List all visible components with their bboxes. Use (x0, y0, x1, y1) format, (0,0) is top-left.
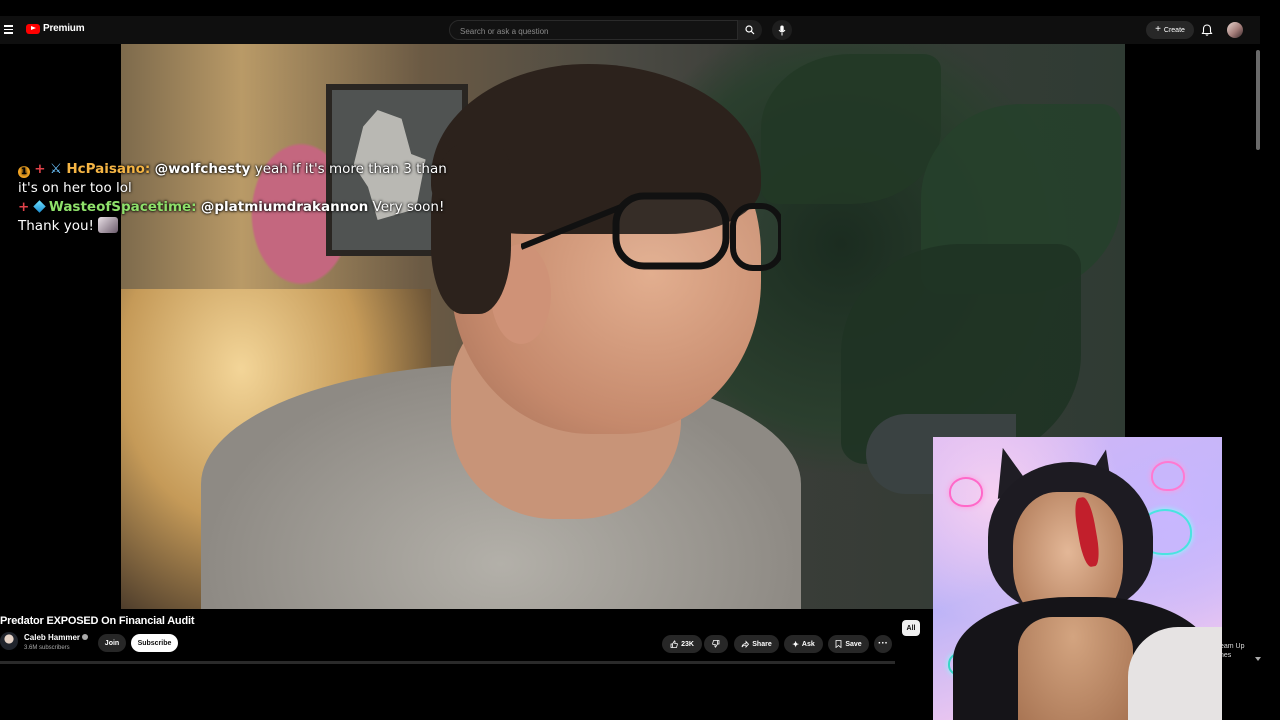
sword-badge-icon: ⚔ (49, 161, 63, 177)
background-plant (761, 54, 941, 204)
search-input[interactable] (458, 21, 722, 42)
like-count: 23K (681, 640, 694, 648)
page-scrollbar[interactable] (1256, 50, 1260, 150)
filter-chip-all[interactable]: All (902, 620, 920, 636)
youtube-logo-icon (26, 23, 40, 34)
join-button[interactable]: Join (98, 634, 126, 652)
partial-title-line: nes (1220, 652, 1232, 659)
plus-icon: + (1155, 24, 1161, 35)
recommended-video-title-partial[interactable]: eam Up nes (1220, 642, 1245, 660)
save-label: Save (845, 640, 862, 648)
chat-mention: @wolfchesty (154, 161, 251, 177)
account-avatar[interactable] (1227, 22, 1243, 38)
live-chat-overlay: 1 + ⚔ HcPaisano: @wolfchesty yeah if it'… (18, 160, 448, 236)
number-one-badge-icon: 1 (18, 166, 30, 178)
like-button[interactable]: 23K (662, 635, 702, 653)
verified-badge-icon (82, 634, 89, 640)
sparkle-icon: ✦ (792, 639, 799, 649)
more-dots-icon: ··· (878, 638, 888, 649)
menu-icon[interactable] (4, 23, 13, 37)
filter-chip-label: All (906, 624, 916, 632)
red-plus-badge-icon: + (34, 161, 46, 177)
channel-name-text: Caleb Hammer (24, 633, 81, 642)
share-button[interactable]: Share (734, 635, 779, 653)
heart-decoration-icon (949, 477, 983, 507)
ask-button[interactable]: ✦ Ask (784, 635, 823, 653)
search-icon (745, 25, 755, 35)
channel-avatar[interactable] (0, 632, 18, 650)
search-button[interactable] (738, 20, 762, 40)
youtube-premium-logo[interactable]: Premium (26, 23, 85, 34)
avatar-overlay-image (933, 437, 1222, 720)
subscriber-count: 3.6M subscribers (24, 645, 70, 651)
more-actions-button[interactable]: ··· (874, 635, 892, 653)
share-label: Share (752, 640, 772, 648)
notifications-bell-icon[interactable] (1200, 23, 1214, 37)
video-title: Predator EXPOSED On Financial Audit (0, 615, 195, 627)
dislike-button[interactable] (704, 635, 728, 653)
create-button[interactable]: + Create (1146, 21, 1194, 39)
thumbs-down-icon (712, 640, 720, 648)
chat-username: HcPaisano: (66, 161, 151, 177)
chat-emote-icon (98, 217, 119, 233)
subscribe-label: Subscribe (137, 639, 172, 647)
search-box[interactable] (449, 20, 738, 42)
chat-message: + WasteofSpacetime: @platmiumdrakannon V… (18, 198, 448, 236)
channel-name[interactable]: Caleb Hammer (24, 633, 89, 642)
person-glasses (521, 192, 781, 271)
character-hoodie (1128, 627, 1222, 720)
chat-message: 1 + ⚔ HcPaisano: @wolfchesty yeah if it'… (18, 160, 448, 198)
share-arrow-icon (741, 640, 750, 648)
ask-label: Ask (801, 640, 815, 648)
create-label: Create (1163, 26, 1185, 34)
logo-text: Premium (43, 23, 85, 34)
join-label: Join (104, 639, 120, 647)
chat-username: WasteofSpacetime: (48, 199, 197, 215)
subscribe-button[interactable]: Subscribe (131, 634, 178, 652)
chat-mention: @platmiumdrakannon (200, 199, 369, 215)
character-chest (1018, 617, 1133, 720)
red-plus-badge-icon: + (18, 199, 30, 215)
heart-decoration-icon (1151, 461, 1185, 491)
scroll-down-arrow-icon[interactable] (1255, 657, 1261, 661)
cube-badge-icon (32, 200, 46, 213)
thumbs-up-icon (670, 640, 678, 648)
bookmark-icon (835, 640, 842, 648)
microphone-icon (778, 25, 786, 35)
masthead: Premium + Create (0, 16, 1260, 44)
voice-search-button[interactable] (772, 20, 792, 40)
save-button[interactable]: Save (828, 635, 869, 653)
partial-title-line: eam Up (1220, 643, 1245, 650)
video-progress-bar[interactable] (0, 661, 895, 664)
